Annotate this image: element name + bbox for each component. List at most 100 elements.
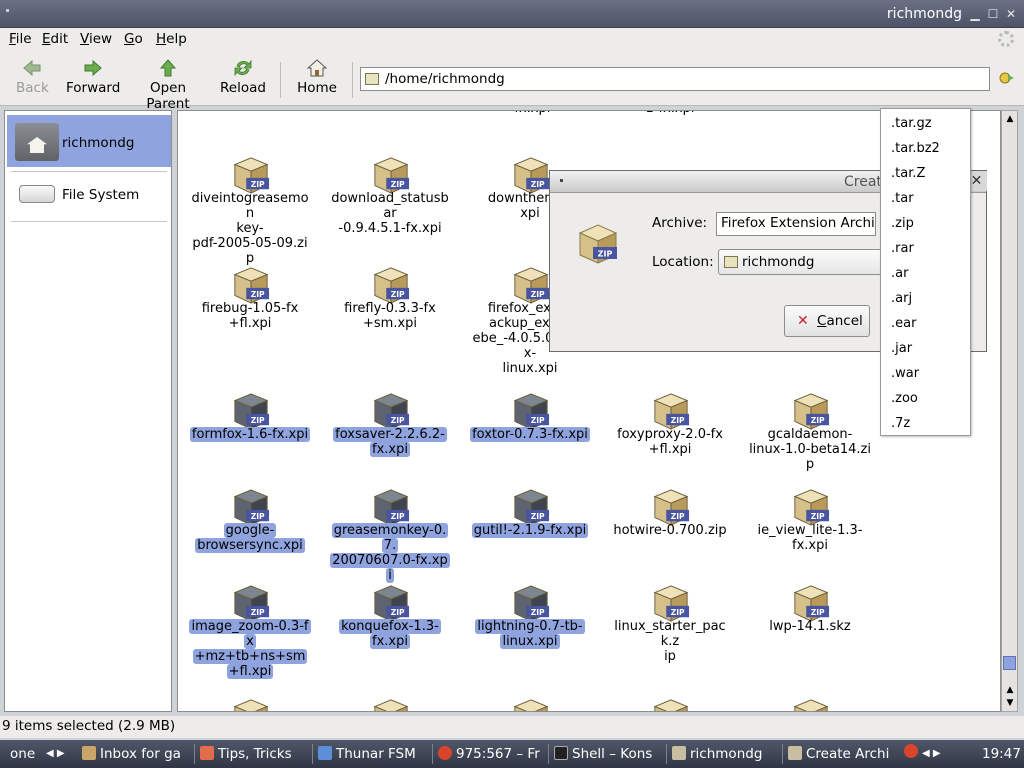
archive-type-option[interactable]: .zip (891, 216, 914, 231)
menu-help[interactable]: Help (156, 31, 187, 47)
taskbar-scroll-arrows-icon[interactable]: ◀ ▶ (46, 744, 72, 764)
location-label: Location: (652, 254, 714, 270)
go-icon[interactable] (999, 71, 1015, 85)
menu-view[interactable]: View (80, 31, 112, 47)
open-parent-button[interactable]: Open Parent (128, 58, 208, 112)
taskbar-item[interactable]: Shell – Kons (554, 744, 664, 764)
archive-type-option[interactable]: .7z (891, 416, 910, 431)
location-value: richmondg (742, 254, 815, 270)
scrollbar-thumb[interactable] (1003, 656, 1016, 670)
back-arrow-icon (23, 59, 41, 77)
taskbar-separator (666, 744, 667, 764)
menu-edit[interactable]: Edit (42, 31, 68, 47)
clock[interactable]: 19:47 (982, 744, 1022, 764)
location-combo[interactable]: richmondg (718, 249, 882, 275)
archive-type-option[interactable]: .tar (891, 191, 914, 206)
taskbar-item[interactable]: 975:567 – Fr (438, 744, 546, 764)
archive-type-dropdown[interactable]: .tar.gz .tar.bz2 .tar.Z .tar .zip .rar .ar .arj… (880, 108, 971, 436)
archive-label: Archive: (652, 215, 708, 231)
location-path-text: /home/richmondg (385, 71, 505, 87)
file-name: hotwire-0.700.zip (613, 523, 727, 538)
taskbar-item[interactable]: richmondg (672, 744, 780, 764)
zip-archive-icon (786, 111, 834, 119)
file-name: lwp-14.1.skz (769, 619, 851, 634)
file-name: ie_view_lite-1.3- fx.xpi (757, 523, 863, 553)
close-icon[interactable]: ✕ (1004, 7, 1018, 21)
sidebar-item-file-system[interactable]: File System (7, 167, 171, 219)
toolbar-separator (352, 62, 353, 98)
taskbar-scroll-arrows-icon[interactable]: ◀ ▶ (904, 744, 964, 764)
zip-archive-icon (226, 111, 274, 119)
cancel-button[interactable]: ✕ Cancel (784, 305, 870, 337)
svg-text:ZIP: ZIP (531, 416, 545, 425)
archive-type-option[interactable]: .rar (891, 241, 914, 256)
home-icon (307, 59, 327, 77)
archive-type-option[interactable]: .war (891, 366, 919, 381)
reload-button[interactable]: Reload (220, 58, 266, 96)
zip-archive-icon: ZIP (646, 693, 694, 711)
archive-type-option[interactable]: .ear (891, 316, 916, 331)
reload-label: Reload (220, 80, 266, 96)
svg-text:ZIP: ZIP (251, 290, 265, 299)
taskbar-separator (548, 744, 549, 764)
sidebar-item-label: File System (62, 187, 140, 203)
zip-archive-icon: ZIP (366, 693, 414, 711)
browser-icon (438, 746, 452, 760)
archive-type-option[interactable]: .arj (891, 291, 912, 306)
file-name: a-1.09.2008040301 -fx.xpi (466, 111, 594, 116)
scroll-down-icon[interactable]: ▼ (1004, 697, 1016, 709)
window-titlebar[interactable]: richmondg ▁ ☐ ✕ (0, 0, 1024, 28)
svg-text:ZIP: ZIP (531, 290, 545, 299)
window-menu-icon[interactable] (6, 9, 9, 12)
sidebar-divider (11, 221, 167, 222)
maximize-icon[interactable]: ☐ (986, 7, 1000, 21)
cancel-icon: ✕ (797, 313, 809, 329)
taskbar-item[interactable]: Create Archi (788, 744, 898, 764)
toolbar: Back Forward Open Parent Reload Home /ho… (0, 50, 1024, 112)
menu-go[interactable]: Go (124, 31, 143, 47)
svg-text:ZIP: ZIP (251, 416, 265, 425)
vertical-scrollbar[interactable]: ▲ ▲ ▼ (1001, 110, 1018, 712)
mail-icon (82, 746, 96, 760)
zip-archive-icon (366, 111, 414, 119)
archive-type-option[interactable]: .tar.bz2 (891, 141, 940, 156)
svg-text:ZIP: ZIP (391, 416, 405, 425)
back-button[interactable]: Back (16, 58, 49, 96)
menu-file[interactable]: File (9, 31, 32, 47)
forward-button[interactable]: Forward (66, 58, 120, 96)
taskbar-item[interactable]: Tips, Tricks (200, 744, 310, 764)
taskbar-separator (312, 744, 313, 764)
file-name: greasemonkey-0.7. 20070607.0-fx.xpi (330, 523, 450, 583)
scroll-up-icon[interactable]: ▲ (1004, 113, 1016, 125)
svg-text:ZIP: ZIP (391, 608, 405, 617)
sidebar-item-home[interactable]: richmondg (7, 115, 171, 167)
svg-text:ZIP: ZIP (391, 290, 405, 299)
scroll-up-icon[interactable]: ▲ (1004, 684, 1016, 696)
archive-name-input[interactable]: Firefox Extension Archive (716, 212, 876, 236)
svg-text:ZIP: ZIP (671, 512, 685, 521)
archive-type-option[interactable]: .tar.gz (891, 116, 932, 131)
archive-type-option[interactable]: .jar (891, 341, 912, 356)
svg-text:ZIP: ZIP (251, 180, 265, 189)
file-name: foxtor-0.7.3-fx.xpi (470, 427, 590, 442)
document-icon (200, 746, 214, 760)
archive-icon: ZIP (578, 224, 618, 264)
svg-text:ZIP: ZIP (671, 416, 685, 425)
minimize-icon[interactable]: ▁ (968, 7, 982, 21)
browser-icon (904, 744, 918, 758)
taskbar-item[interactable]: Inbox for ga (82, 744, 192, 764)
home-button[interactable]: Home (296, 58, 338, 96)
archive-type-option[interactable]: .tar.Z (891, 166, 925, 181)
folder-icon (365, 73, 379, 85)
dialog-window-menu-icon[interactable] (560, 179, 563, 182)
file-name: foxsaver-2.2.6.2- fx.xpi (333, 427, 447, 457)
location-path-field[interactable]: /home/richmondg (360, 67, 990, 91)
svg-text:ZIP: ZIP (391, 512, 405, 521)
archive-type-option[interactable]: .ar (891, 266, 908, 281)
taskbar-separator (194, 744, 195, 764)
zip-archive-icon: ZIP (226, 693, 274, 711)
taskbar-item[interactable]: Thunar FSM (318, 744, 430, 764)
file-name: linux_starter_pack.z ip (614, 619, 726, 664)
taskbar-item[interactable]: one (10, 744, 40, 764)
archive-type-option[interactable]: .zoo (891, 391, 918, 406)
